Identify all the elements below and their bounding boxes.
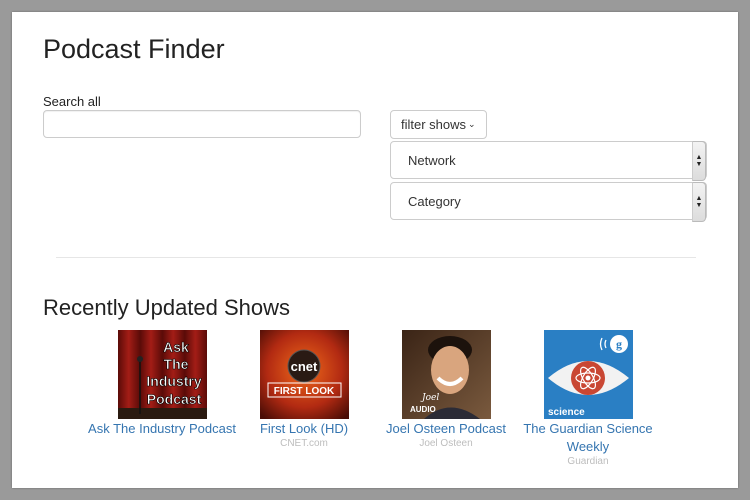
art-caption: science: [548, 407, 585, 418]
filter-shows-button[interactable]: filter shows ⌄: [390, 110, 487, 139]
chevron-down-icon: ⌄: [468, 119, 476, 129]
art-text-line: Ask: [163, 339, 189, 355]
art-caption: AUDIO: [410, 405, 436, 414]
art-text-line: The: [163, 356, 188, 372]
recently-updated-title: Recently Updated Shows: [43, 295, 291, 320]
show-link[interactable]: Joel Osteen Podcast: [371, 420, 521, 438]
show-artwork-ask-the-industry[interactable]: Ask The Industry Podcast: [117, 330, 207, 419]
show-card[interactable]: cnet FIRST LOOK First Look (HD) CNET.com: [229, 330, 379, 450]
category-select[interactable]: Category ▲ ▼: [390, 182, 707, 222]
signature-icon: Joel: [420, 393, 439, 403]
show-link[interactable]: First Look (HD): [229, 420, 379, 438]
guardian-logo-icon: g: [616, 337, 622, 351]
show-artwork-joel-osteen[interactable]: Joel AUDIO: [401, 330, 491, 419]
show-link[interactable]: The Guardian Science Weekly: [513, 420, 663, 456]
art-text-line: Podcast: [146, 391, 201, 407]
network-select-value: Network: [408, 152, 456, 168]
show-card[interactable]: Joel AUDIO Joel Osteen Podcast Joel Oste…: [371, 330, 521, 450]
select-arrow-icon: ▲ ▼: [692, 182, 706, 222]
show-link[interactable]: Ask The Industry Podcast: [87, 420, 237, 438]
art-caption: FIRST LOOK: [273, 386, 334, 397]
divider: [56, 257, 696, 258]
art-text-line: Industry: [146, 373, 201, 389]
page: Podcast Finder Search all filter shows ⌄…: [12, 12, 738, 488]
cnet-logo: cnet: [290, 359, 317, 374]
page-title: Podcast Finder: [43, 34, 225, 64]
show-network: CNET.com: [280, 438, 328, 449]
show-card[interactable]: g science The Guardian Science Weekly Gu…: [513, 330, 663, 468]
filter-shows-label: filter shows: [401, 117, 467, 132]
show-network: Joel Osteen: [419, 438, 473, 449]
select-arrow-icon: ▲ ▼: [692, 141, 706, 181]
network-select[interactable]: Network ▲ ▼: [390, 141, 707, 181]
show-network: Guardian: [567, 456, 609, 467]
show-artwork-guardian-science[interactable]: g science: [543, 330, 633, 419]
show-artwork-first-look[interactable]: cnet FIRST LOOK: [259, 330, 349, 419]
show-card[interactable]: Ask The Industry Podcast Ask The Industr…: [87, 330, 237, 438]
category-select-value: Category: [408, 193, 461, 209]
search-label: Search all: [43, 94, 101, 109]
search-input[interactable]: [43, 110, 361, 138]
